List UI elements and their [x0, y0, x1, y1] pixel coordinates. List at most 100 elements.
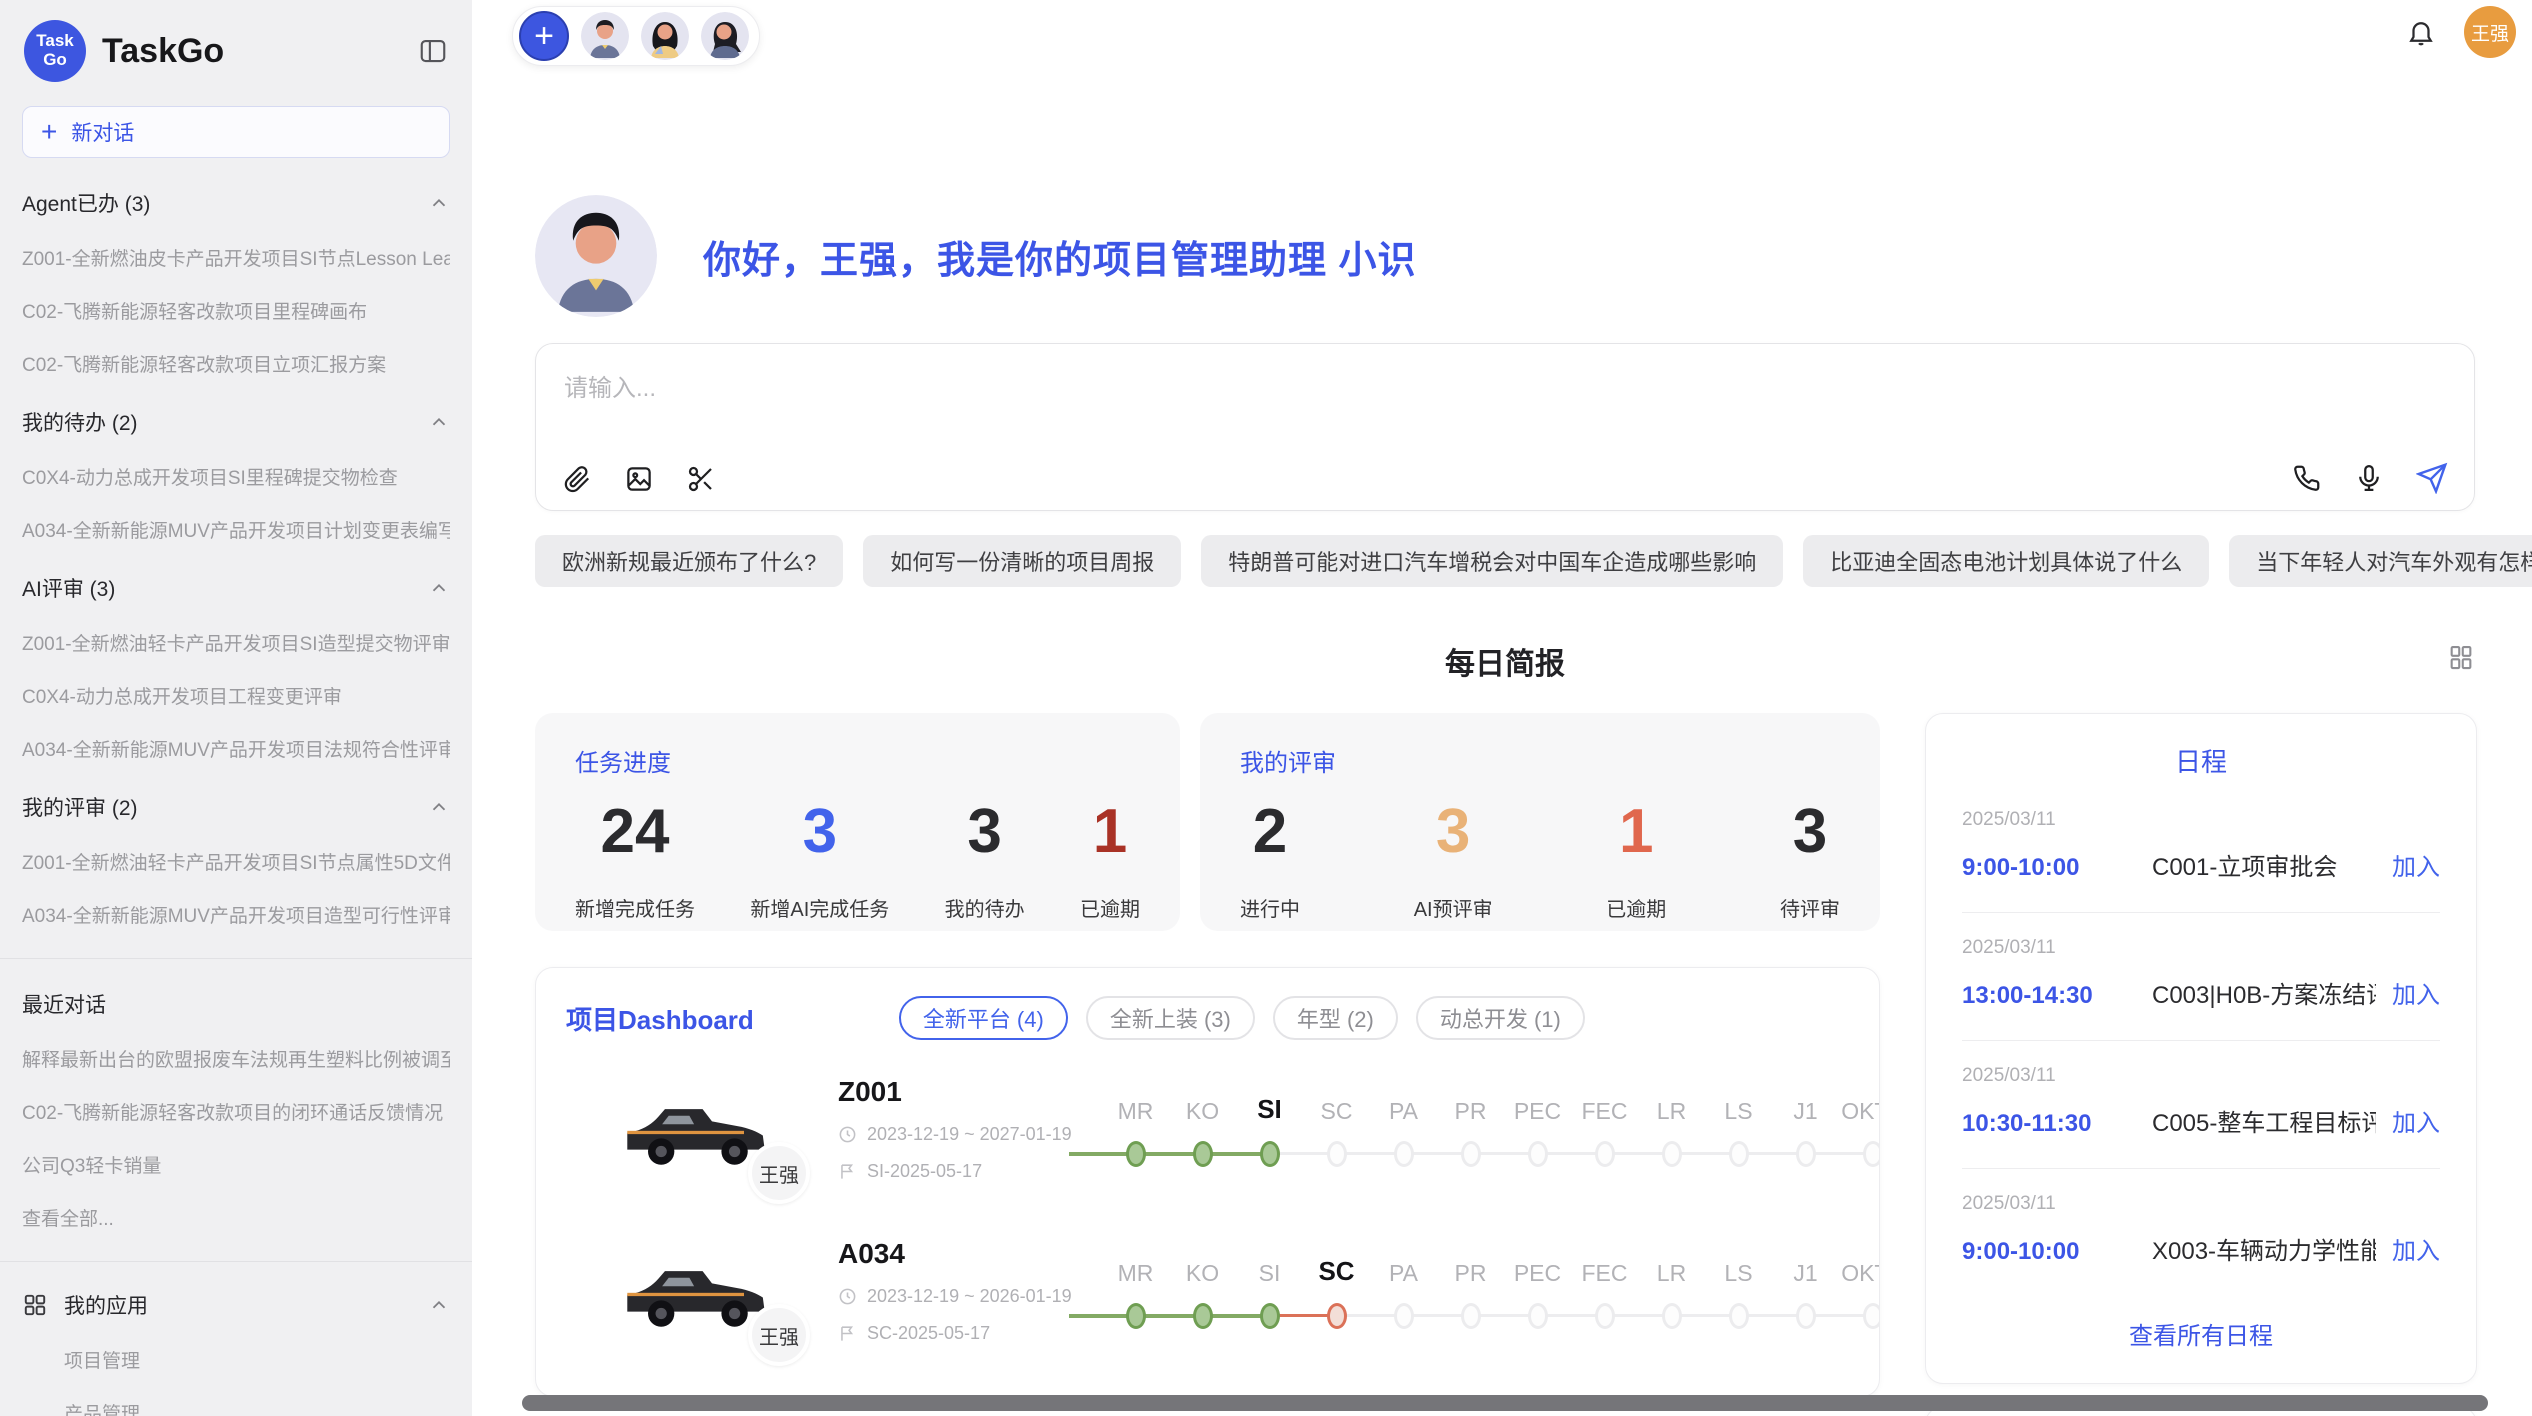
schedule-event-title: C003|H0B-方案冻结评审 — [2152, 975, 2376, 1010]
left-column: 任务进度 24 新增完成任务 3 — [535, 713, 1880, 1397]
assistant-avatar-3[interactable] — [701, 12, 749, 60]
join-link[interactable]: 加入 — [2392, 847, 2440, 882]
assistant-avatar-1[interactable] — [581, 12, 629, 60]
filter-chip[interactable]: 动总开发 (1) — [1416, 996, 1585, 1040]
section-header[interactable]: Agent已办 (3) — [16, 188, 456, 218]
sidebar-task-item[interactable]: Z001-全新燃油皮卡产品开发项目SI节点Lesson Learn报告 — [22, 244, 450, 271]
suggestion-chip[interactable]: 如何写一份清晰的项目周报 — [863, 535, 1181, 587]
milestone: KO — [1169, 1089, 1236, 1169]
milestone-label: FEC — [1582, 1089, 1628, 1125]
milestone-label: SI — [1257, 1089, 1282, 1125]
milestone-dot — [1528, 1303, 1548, 1329]
sidebar-task-item[interactable]: C0X4-动力总成开发项目工程变更评审 — [22, 682, 450, 709]
project-info: Z001 2023-12-19 ~ 2027-01-19 SI-2025-05-… — [838, 1076, 1076, 1182]
chevron-up-icon[interactable] — [428, 577, 450, 599]
milestone-label: LR — [1657, 1089, 1686, 1125]
sidebar-section-recent: 最近对话 解释最新出台的欧盟报废车法规再生塑料比例被调至15%... C02-飞腾… — [16, 989, 456, 1231]
greeting-text: 你好，王强，我是你的项目管理助理 小识 — [703, 229, 1417, 284]
milestone-label: PR — [1455, 1251, 1487, 1287]
milestone: LR — [1638, 1089, 1705, 1169]
send-icon[interactable] — [2416, 462, 2448, 494]
section-title: AI评审 (3) — [22, 573, 115, 603]
view-all-schedule-link[interactable]: 查看所有日程 — [1962, 1296, 2440, 1373]
milestone-timeline: MR KO — [1102, 1089, 1880, 1169]
milestone: SI — [1236, 1089, 1303, 1169]
section-header: 最近对话 — [16, 989, 456, 1019]
section-header[interactable]: AI评审 (3) — [16, 573, 456, 603]
recent-conversation-item[interactable]: C02-飞腾新能源轻客改款项目的闭环通话反馈情况 — [22, 1098, 450, 1125]
app-title: TaskGo — [102, 32, 224, 71]
assistant-avatar-2[interactable] — [641, 12, 689, 60]
filter-chip[interactable]: 年型 (2) — [1273, 996, 1398, 1040]
section-list: Z001-全新燃油轻卡产品开发项目SI造型提交物评审 C0X4-动力总成开发项目工… — [16, 629, 456, 762]
project-row-z001[interactable]: 王强 Z001 2023-12-19 ~ 2027-01-19 — [536, 1046, 1879, 1208]
chevron-up-icon[interactable] — [428, 1294, 450, 1316]
logo-text-bottom: Go — [43, 51, 67, 70]
filter-chip[interactable]: 全新平台 (4) — [899, 996, 1068, 1040]
sidebar-task-item[interactable]: Z001-全新燃油轻卡产品开发项目SI造型提交物评审 — [22, 629, 450, 656]
suggestion-chip[interactable]: 特朗普可能对进口汽车增税会对中国车企造成哪些影响 — [1201, 535, 1783, 587]
schedule-event-title: C001-立项审批会 — [2152, 847, 2376, 882]
chevron-up-icon[interactable] — [428, 411, 450, 433]
briefing-columns: 任务进度 24 新增完成任务 3 — [535, 713, 2475, 1416]
chat-input[interactable] — [536, 344, 2474, 510]
milestone-label: PR — [1455, 1089, 1487, 1125]
project-tag-text: SI-2025-05-17 — [867, 1161, 982, 1182]
app-item[interactable]: 产品管理 — [64, 1399, 450, 1416]
section-header[interactable]: 我的评审 (2) — [16, 792, 456, 822]
join-link[interactable]: 加入 — [2392, 1231, 2440, 1266]
app-item[interactable]: 项目管理 — [64, 1346, 450, 1373]
dashboard-header: 项目Dashboard 全新平台 (4)全新上装 (3)年型 (2)动总开发 (… — [536, 968, 1879, 1046]
user-avatar[interactable]: 王强 — [2464, 6, 2516, 58]
sidebar-task-item[interactable]: A034-全新新能源MUV产品开发项目计划变更表编写 — [22, 516, 450, 543]
phone-call-icon[interactable] — [2292, 463, 2322, 493]
recent-conversation-item[interactable]: 解释最新出台的欧盟报废车法规再生塑料比例被调至15%... — [22, 1045, 450, 1072]
layout-grid-icon[interactable] — [2447, 643, 2475, 676]
plus-icon: + — [41, 118, 57, 146]
sidebar-task-item[interactable]: A034-全新新能源MUV产品开发项目法规符合性评审 — [22, 735, 450, 762]
recent-conversation-item[interactable]: 公司Q3轻卡销量 — [22, 1151, 450, 1178]
sidebar-task-item[interactable]: C02-飞腾新能源轻客改款项目里程碑画布 — [22, 297, 450, 324]
project-row-a034[interactable]: 王强 A034 2023-12-19 ~ 2026-01-19 — [536, 1208, 1879, 1370]
milestone: MR — [1102, 1089, 1169, 1169]
sidebar-task-item[interactable]: A034-全新新能源MUV产品开发项目造型可行性评审 — [22, 901, 450, 928]
sidebar-task-item[interactable]: C0X4-动力总成开发项目SI里程碑提交物检查 — [22, 463, 450, 490]
milestone-dot — [1193, 1141, 1213, 1167]
stat-label: 进行中 — [1240, 893, 1300, 922]
sidebar-task-item[interactable]: Z001-全新燃油轻卡产品开发项目SI节点属性5D文件评审 — [22, 848, 450, 875]
join-link[interactable]: 加入 — [2392, 1103, 2440, 1138]
sidebar-collapse-icon[interactable] — [418, 36, 448, 66]
suggestion-chip[interactable]: 当下年轻人对汽车外观有怎样的喜好趋势 — [2229, 535, 2532, 587]
schedule-list: 2025/03/11 9:00-10:00 C001-立项审批会 加入 — [1962, 785, 2440, 1296]
section-header[interactable]: 我的待办 (2) — [16, 407, 456, 437]
image-upload-icon[interactable] — [624, 464, 654, 494]
add-assistant-button[interactable]: + — [519, 11, 569, 61]
screenshot-scissors-icon[interactable] — [686, 464, 716, 494]
microphone-icon[interactable] — [2354, 463, 2384, 493]
milestone-label: PEC — [1514, 1089, 1561, 1125]
milestone: MR — [1102, 1251, 1169, 1331]
new-chat-button[interactable]: + 新对话 — [22, 106, 450, 158]
attachment-icon[interactable] — [562, 464, 592, 494]
suggestion-chips: 欧洲新规最近颁布了什么? 如何写一份清晰的项目周报特朗普可能对进口汽车增税会对中国… — [535, 535, 2475, 587]
stats-row: 任务进度 24 新增完成任务 3 — [535, 713, 1880, 931]
chevron-up-icon[interactable] — [428, 796, 450, 818]
stat-item: 1 已逾期 — [1080, 792, 1140, 922]
suggestion-chip[interactable]: 欧洲新规最近颁布了什么? — [535, 535, 843, 587]
horizontal-scrollbar[interactable] — [522, 1395, 2488, 1411]
join-link[interactable]: 加入 — [2392, 975, 2440, 1010]
notification-bell-icon[interactable] — [2406, 17, 2436, 47]
suggestion-chip[interactable]: 比亚迪全固态电池计划具体说了什么 — [1803, 535, 2209, 587]
sidebar-section-my-todo: 我的待办 (2) C0X4-动力总成开发项目SI里程碑提交物检查 A034-全新新… — [16, 407, 456, 543]
milestone-dot — [1327, 1303, 1347, 1329]
recent-conversation-item[interactable]: 查看全部... — [22, 1204, 450, 1231]
sidebar: Task Go TaskGo + 新对话 Agent已办 (3) Z001-全新… — [0, 0, 472, 1416]
milestone-dot — [1327, 1141, 1347, 1167]
plus-icon: + — [534, 17, 554, 56]
chevron-up-icon[interactable] — [428, 192, 450, 214]
sidebar-task-item[interactable]: C02-飞腾新能源轻客改款项目立项汇报方案 — [22, 350, 450, 377]
milestone: PR — [1437, 1089, 1504, 1169]
my-apps-header[interactable]: 我的应用 — [16, 1290, 456, 1320]
milestone: LS — [1705, 1251, 1772, 1331]
filter-chip[interactable]: 全新上装 (3) — [1086, 996, 1255, 1040]
